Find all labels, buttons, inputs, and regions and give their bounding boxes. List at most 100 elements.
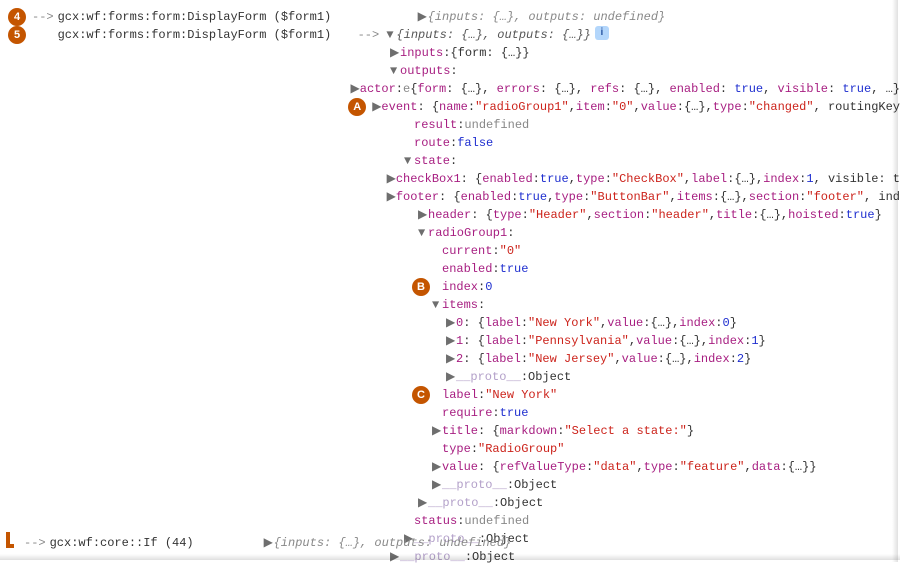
collapse-icon[interactable]: ▼ xyxy=(432,296,442,314)
prop-key: current xyxy=(442,242,492,260)
prop-key: title xyxy=(442,422,478,440)
rg-require-line: require: true xyxy=(8,404,900,422)
expand-icon[interactable]: ▶ xyxy=(387,170,396,188)
prop-value: Object xyxy=(500,494,543,512)
prop-key: status xyxy=(414,512,457,530)
page-shadow-bottom xyxy=(0,554,900,560)
prop-subkey: label xyxy=(691,170,727,188)
prop-value: false xyxy=(457,134,493,152)
prop-key: inputs xyxy=(400,44,443,62)
callout-badge-4: 4 xyxy=(8,8,26,26)
prop-value: true xyxy=(846,206,875,224)
rg-value-line: ▶ value: { refValueType: "data", type: "… xyxy=(8,458,900,476)
expand-icon[interactable]: ▶ xyxy=(418,494,428,512)
prop-value: 0 xyxy=(485,278,492,296)
collapse-icon[interactable]: ▼ xyxy=(404,152,414,170)
expand-icon[interactable]: ▶ xyxy=(432,458,442,476)
prop-value: "CheckBox" xyxy=(612,170,684,188)
prop-subkey: hoisted xyxy=(788,206,838,224)
callout-badge-c: C xyxy=(412,386,430,404)
prop-key: type xyxy=(442,440,471,458)
prop-value: "footer" xyxy=(806,188,864,206)
prop-rest: , visible: t xyxy=(814,170,900,188)
prop-key: route xyxy=(414,134,450,152)
prop-value: {form: {…}} xyxy=(450,44,529,62)
expand-icon[interactable]: ▶ xyxy=(390,44,400,62)
rg-item-1: ▶ 1: { label: "Pennsylvania", value: {…}… xyxy=(8,332,900,350)
prop-value: "Header" xyxy=(529,206,587,224)
prop-value: 1 xyxy=(751,332,758,350)
prop-value: Object xyxy=(514,476,557,494)
class-prefix: e xyxy=(403,80,410,98)
expand-icon[interactable]: ▶ xyxy=(418,8,428,26)
prop-subkey: value xyxy=(636,332,672,350)
prop-subkey: markdown xyxy=(500,422,558,440)
expand-icon[interactable]: ▶ xyxy=(446,332,456,350)
state-proto: ▶ __proto__: Object xyxy=(8,494,900,512)
prop-value: {…} xyxy=(788,458,810,476)
arrow-prefix: --> xyxy=(32,8,54,26)
expand-icon[interactable]: ▶ xyxy=(432,476,442,494)
collapse-icon[interactable]: ▼ xyxy=(390,62,400,80)
outputs-line: ▼ outputs: xyxy=(8,62,900,80)
prop-value: true xyxy=(518,188,547,206)
prop-key: items xyxy=(442,296,478,314)
collapse-icon[interactable]: ▼ xyxy=(418,224,428,242)
arrow-prefix: --> xyxy=(24,534,46,552)
prop-value: "New York" xyxy=(528,314,600,332)
prop-subkey: title xyxy=(716,206,752,224)
rg-label-line: C label: "New York" xyxy=(8,386,900,404)
log-function: gcx:wf:forms:form:DisplayForm ($form1) xyxy=(58,28,332,42)
prop-subkey: section xyxy=(749,188,799,206)
prop-key: outputs xyxy=(400,62,450,80)
collapse-icon[interactable]: ▼ xyxy=(386,26,396,44)
prop-key: header xyxy=(428,206,471,224)
rg-type-line: type: "RadioGroup" xyxy=(8,440,900,458)
callout-badge-a: A xyxy=(348,98,366,116)
prop-value: {…} xyxy=(650,314,672,332)
prop-value: undefined xyxy=(464,512,529,530)
log-row-4: 4 --> gcx:wf:forms:form:DisplayForm ($fo… xyxy=(8,8,900,26)
log-function: gcx:wf:forms:form:DisplayForm ($form1) xyxy=(58,10,332,24)
expand-icon[interactable]: ▶ xyxy=(446,350,456,368)
prop-value: {…} xyxy=(720,188,742,206)
prop-value: "New York" xyxy=(485,386,557,404)
expand-icon[interactable]: ▶ xyxy=(387,188,396,206)
prop-subkey: enabled xyxy=(482,170,532,188)
prop-value: "RadioGroup" xyxy=(478,440,564,458)
prop-key: 1 xyxy=(456,332,463,350)
prop-subkey: index xyxy=(763,170,799,188)
prop-subkey: enabled xyxy=(461,188,511,206)
rg-item-2: ▶ 2: { label: "New Jersey", value: {…}, … xyxy=(8,350,900,368)
expand-icon[interactable]: ▶ xyxy=(372,98,381,116)
expand-icon[interactable]: ▶ xyxy=(432,422,442,440)
prop-value: true xyxy=(500,404,529,422)
prop-subkey: items xyxy=(677,188,713,206)
info-icon[interactable]: i xyxy=(595,26,609,40)
prop-subkey: label xyxy=(485,314,521,332)
prop-subkey: label xyxy=(485,332,521,350)
callout-badge-b: B xyxy=(412,278,430,296)
prop-subkey: label xyxy=(485,350,521,368)
rg-item-0: ▶ 0: { label: "New York", value: {…}, in… xyxy=(8,314,900,332)
prop-key: 0 xyxy=(456,314,463,332)
rg-index-line: B index: 0 xyxy=(8,278,900,296)
prop-key: actor xyxy=(360,80,396,98)
expand-icon[interactable]: ▶ xyxy=(418,206,428,224)
prop-value: undefined xyxy=(464,116,529,134)
prop-value: true xyxy=(500,260,529,278)
expand-icon[interactable]: ▶ xyxy=(446,314,456,332)
rg-title-line: ▶ title: { markdown: "Select a state:"} xyxy=(8,422,900,440)
prop-key: label xyxy=(442,386,478,404)
prop-key: checkBox1 xyxy=(396,170,461,188)
expand-icon[interactable]: ▶ xyxy=(351,80,360,98)
prop-value: "0" xyxy=(612,98,634,116)
log-summary: {inputs: {…}, outputs: {…}} xyxy=(396,26,590,44)
rg-items-line: ▼ items: xyxy=(8,296,900,314)
expand-icon[interactable]: ▶ xyxy=(446,368,456,386)
prop-key: state xyxy=(414,152,450,170)
expand-icon[interactable]: ▶ xyxy=(264,534,274,552)
prop-value: "feature" xyxy=(680,458,745,476)
actor-line: ▶ actor: e {form: {…}, errors: {…}, refs… xyxy=(8,80,900,98)
prop-key: footer xyxy=(396,188,439,206)
